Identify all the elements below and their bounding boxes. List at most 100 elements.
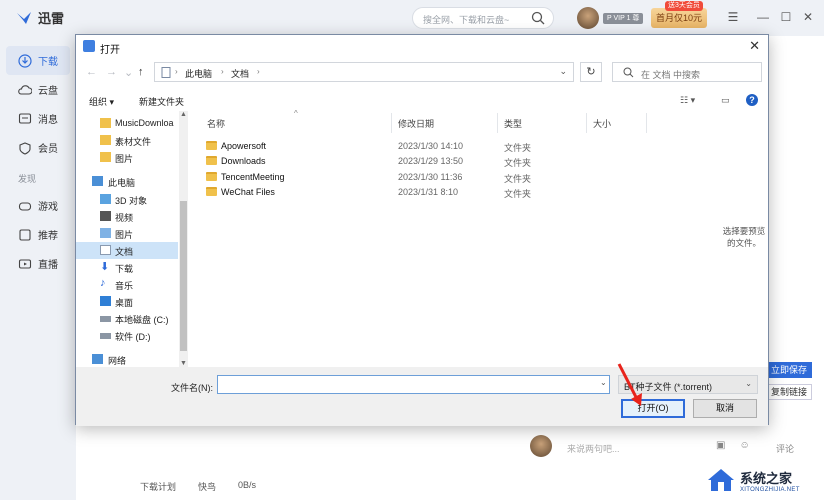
- dialog-footer: 文件名(N): ⌄ BT种子文件 (*.torrent) ⌄ 打开(O) 取消: [76, 367, 768, 426]
- file-list-pane: ^ 名称 修改日期 类型 大小 Apowersoft 2023/1/30 14:…: [190, 109, 768, 367]
- file-name: WeChat Files: [221, 187, 275, 197]
- column-divider[interactable]: [497, 113, 498, 133]
- comment-tool-icons[interactable]: ▣☺: [716, 440, 764, 451]
- nav-item-materials[interactable]: 素材文件: [76, 132, 178, 149]
- forward-arrow-icon[interactable]: →: [106, 66, 117, 78]
- nav-item-music[interactable]: ♪ 音乐: [76, 276, 178, 293]
- table-row[interactable]: WeChat Files 2023/1/31 8:10 文件夹: [206, 185, 536, 200]
- column-header-name[interactable]: 名称: [207, 117, 225, 130]
- nav-item-drive-c[interactable]: 本地磁盘 (C:): [76, 310, 178, 327]
- filename-input[interactable]: [217, 375, 610, 394]
- sidebar-item-label: 直播: [38, 260, 58, 271]
- sidebar-item-message[interactable]: 消息: [0, 104, 76, 133]
- view-options-icon[interactable]: ☷ ▾: [680, 95, 695, 106]
- nav-item-this-pc[interactable]: 此电脑: [76, 173, 178, 190]
- open-file-dialog: 打开 ✕ ← → ⌄ ↑ › 此电脑 › 文档 › ⌄ ↻ 在 文档 中搜索 组…: [75, 34, 769, 426]
- table-row[interactable]: Downloads 2023/1/29 13:50 文件夹: [206, 154, 536, 169]
- sidebar-item-game[interactable]: 游戏: [0, 191, 76, 220]
- scroll-up-icon[interactable]: ▲: [180, 111, 187, 118]
- nav-item-videos[interactable]: 视频: [76, 208, 178, 225]
- dialog-close-button[interactable]: ✕: [749, 38, 760, 54]
- minimize-icon[interactable]: —: [756, 10, 770, 24]
- xunlei-app-icon: [83, 40, 95, 52]
- nav-item-3d-objects[interactable]: 3D 对象: [76, 191, 178, 208]
- copy-link-button[interactable]: 复制链接: [766, 384, 812, 400]
- sidebar-item-download[interactable]: 下载: [6, 46, 70, 75]
- comment-input[interactable]: 来说两句吧...: [567, 442, 620, 455]
- new-folder-button[interactable]: 新建文件夹: [139, 95, 184, 108]
- address-dropdown-icon[interactable]: ⌄: [559, 66, 567, 77]
- navigation-pane: MusicDownloa 素材文件 图片 此电脑 3D 对象 视频 图片 文档: [76, 111, 190, 367]
- breadcrumb-separator-icon: ›: [257, 67, 260, 76]
- nav-item-desktop[interactable]: 桌面: [76, 293, 178, 310]
- cube-icon: [100, 194, 111, 204]
- column-header-date[interactable]: 修改日期: [398, 117, 434, 130]
- avatar: [530, 435, 552, 457]
- sidebar-item-member[interactable]: 会员: [0, 133, 76, 162]
- nav-item-label: 文档: [115, 247, 134, 257]
- nav-item-pictures-folder[interactable]: 图片: [76, 149, 178, 166]
- nav-scrollbar[interactable]: ▲ ▼: [179, 111, 188, 367]
- save-now-button[interactable]: 立即保存: [766, 362, 812, 378]
- computer-icon: [92, 176, 103, 186]
- address-bar[interactable]: › 此电脑 › 文档 › ⌄: [154, 62, 574, 82]
- filename-dropdown-icon[interactable]: ⌄: [600, 378, 607, 387]
- nav-item-downloads[interactable]: ⬇ 下载: [76, 259, 178, 276]
- download-plan-link[interactable]: 下载计划: [140, 480, 176, 493]
- red-pointer-arrow-icon: [617, 363, 642, 406]
- breadcrumb-documents[interactable]: 文档: [231, 67, 249, 80]
- refresh-button[interactable]: ↻: [580, 62, 602, 82]
- nav-item-pictures[interactable]: 图片: [76, 225, 178, 242]
- nav-item-musicdownload[interactable]: MusicDownloa: [76, 115, 178, 132]
- nav-item-documents[interactable]: 文档: [76, 242, 178, 259]
- maximize-icon[interactable]: ☐: [779, 10, 793, 24]
- table-row[interactable]: Apowersoft 2023/1/30 14:10 文件夹: [206, 139, 536, 154]
- back-arrow-icon[interactable]: ←: [86, 66, 97, 78]
- cancel-button[interactable]: 取消: [693, 399, 757, 418]
- nav-item-drive-d[interactable]: 软件 (D:): [76, 327, 178, 344]
- nav-item-label: 本地磁盘 (C:): [115, 315, 169, 325]
- scroll-thumb[interactable]: [180, 201, 187, 351]
- organize-menu[interactable]: 组织 ▾: [89, 95, 114, 108]
- folder-icon: [206, 187, 217, 196]
- column-divider[interactable]: [586, 113, 587, 133]
- scroll-down-icon[interactable]: ▼: [180, 360, 187, 367]
- column-divider[interactable]: [391, 113, 392, 133]
- fast-bird-link[interactable]: 快鸟: [198, 480, 216, 493]
- promo-button[interactable]: 首月仅10元: [651, 8, 707, 28]
- file-type: 文件夹: [504, 158, 532, 168]
- breadcrumb-separator-icon: ›: [175, 67, 178, 76]
- preview-pane-icon[interactable]: ▭: [721, 95, 730, 106]
- nav-item-label: 网络: [108, 356, 127, 366]
- app-search-input[interactable]: 搜全网、下载和云盘~: [412, 7, 554, 29]
- user-avatar[interactable]: [577, 7, 599, 29]
- download-icon: [18, 53, 32, 68]
- column-header-type[interactable]: 类型: [504, 117, 522, 130]
- breadcrumb-this-pc[interactable]: 此电脑: [185, 67, 212, 80]
- file-type: 文件夹: [504, 174, 532, 184]
- sidebar-item-recommend[interactable]: 推荐: [0, 220, 76, 249]
- folder-icon: [206, 141, 217, 150]
- nav-item-label: 桌面: [115, 298, 134, 308]
- table-row[interactable]: TencentMeeting 2023/1/30 11:36 文件夹: [206, 170, 536, 185]
- column-divider[interactable]: [646, 113, 647, 133]
- folder-search-input[interactable]: 在 文档 中搜索: [612, 62, 762, 82]
- help-icon[interactable]: ?: [746, 94, 758, 106]
- live-icon: [18, 257, 32, 271]
- up-arrow-icon[interactable]: ↑: [138, 66, 144, 78]
- sidebar-item-label: 云盘: [38, 86, 58, 97]
- folder-icon: [100, 135, 111, 145]
- menu-icon[interactable]: ☰: [726, 10, 740, 24]
- comment-button[interactable]: 评论: [776, 442, 794, 455]
- chevron-down-icon[interactable]: ⌄: [124, 66, 133, 79]
- search-icon[interactable]: [531, 11, 545, 25]
- dialog-toolbar: 组织 ▾ 新建文件夹 ☷ ▾ ▭ ?: [76, 89, 768, 111]
- column-header-size[interactable]: 大小: [593, 117, 611, 130]
- filename-label: 文件名(N):: [171, 383, 213, 393]
- nav-item-network[interactable]: 网络: [76, 351, 178, 368]
- sidebar-item-live[interactable]: 直播: [0, 249, 76, 278]
- folder-search-placeholder: 在 文档 中搜索: [641, 70, 701, 80]
- promo-tag: 送3天会员: [665, 1, 703, 11]
- close-icon[interactable]: ✕: [801, 10, 815, 24]
- sidebar-item-cloud[interactable]: 云盘: [0, 75, 76, 104]
